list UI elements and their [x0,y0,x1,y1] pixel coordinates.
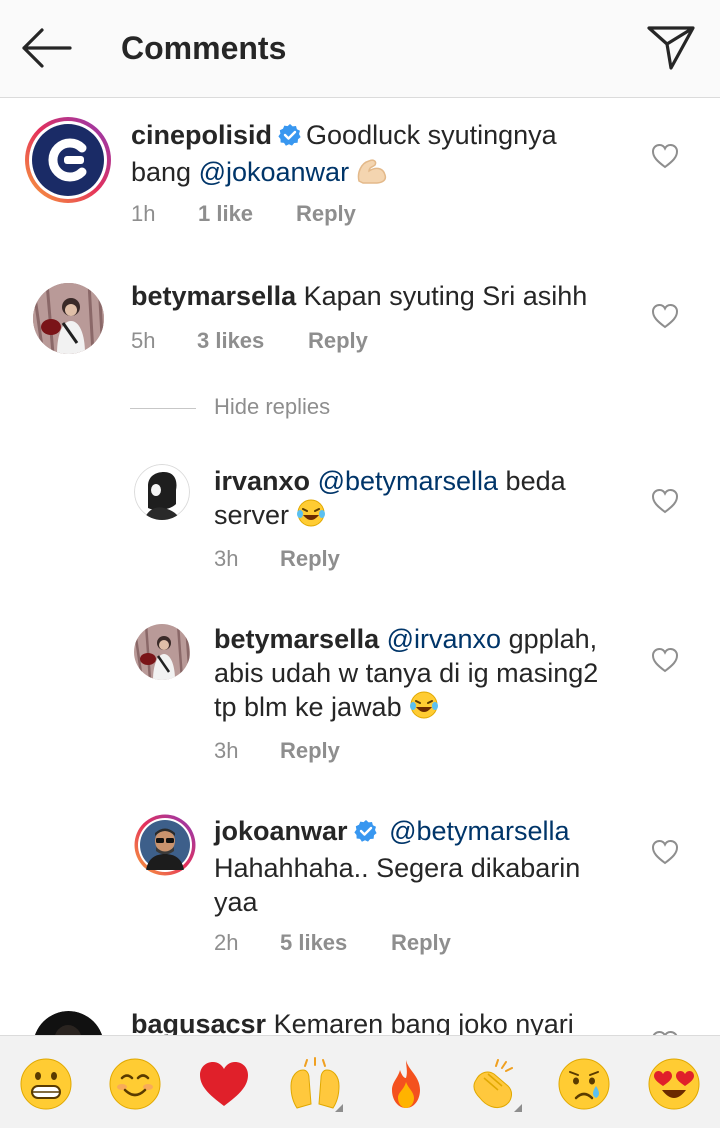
red-heart-icon [200,1062,248,1106]
comment-text: betymarsella Kapan syuting Sri asihh [131,279,631,313]
smiling-face-icon [109,1058,161,1110]
reply-button[interactable]: Reply [391,930,451,956]
fire-icon [392,1060,420,1108]
timestamp: 1h [131,201,156,226]
comment-text: bagusacsr Kemaren bang joko nyari [131,1007,631,1035]
likes-count[interactable]: 1 like [198,201,253,227]
timestamp: 2h [214,930,239,955]
red-heart-emoji-button[interactable] [196,1056,252,1112]
grinning-face-icon [20,1058,72,1110]
rofl-icon [408,690,440,728]
comment-text: cinepolisid Goodluck syutingnya bang @jok… [131,118,631,193]
avatar[interactable] [33,283,104,354]
clapping-hands-emoji-button[interactable] [466,1056,522,1112]
timestamp: 5h [131,328,156,353]
reply-button[interactable]: Reply [280,738,340,764]
divider [130,408,196,409]
comment-text: irvanxo @betymarsella beda server [214,464,634,536]
username[interactable]: betymarsella [214,624,379,654]
flexed-biceps-icon [355,155,389,193]
comment-line: Hahahhaha.. Segera dikabarin [214,853,581,883]
username[interactable]: cinepolisid [131,120,272,150]
mention-link[interactable]: @betymarsella [389,816,569,846]
back-button[interactable] [18,22,74,74]
comment-line: beda [498,466,566,496]
header-bar: Comments [0,0,720,98]
comment-text: betymarsella @irvanxo gpplah, abis udah … [214,622,634,728]
heart-icon [651,488,679,514]
arrow-left-icon [22,28,72,68]
smiling-face-emoji-button[interactable] [107,1056,163,1112]
hide-replies-button[interactable]: Hide replies [130,394,370,424]
grinning-face-emoji-button[interactable] [18,1056,74,1112]
heart-icon [651,647,679,673]
avatar[interactable] [134,624,190,680]
crying-face-emoji-button[interactable] [556,1056,612,1112]
heart-eyes-icon [648,1058,700,1110]
crying-face-icon [558,1058,610,1110]
reply-button[interactable]: Reply [308,328,368,354]
comment-line: Kemaren bang joko nyari [273,1009,574,1035]
heart-icon [651,303,679,329]
verified-badge-icon [278,121,302,155]
paper-plane-icon [647,26,695,70]
like-button[interactable] [651,488,679,514]
avatar[interactable] [134,464,190,520]
mention-link[interactable]: @betymarsella [318,466,498,496]
comment-list[interactable]: cinepolisid Goodluck syutingnya bang @jok… [0,98,720,1035]
raising-hands-emoji-button[interactable] [287,1056,343,1112]
mention-link[interactable]: @jokoanwar [199,157,349,187]
hide-replies-label: Hide replies [214,394,331,419]
like-button[interactable] [651,839,679,865]
username[interactable]: irvanxo [214,466,310,496]
username[interactable]: betymarsella [131,281,296,311]
like-button[interactable] [651,303,679,329]
likes-count[interactable]: 3 likes [197,328,264,354]
heart-eyes-emoji-button[interactable] [646,1056,702,1112]
comment-line: yaa [214,887,258,917]
share-button[interactable] [643,22,699,74]
mention-link[interactable]: @irvanxo [387,624,501,654]
comment-line: bang [131,157,199,187]
reply-button[interactable]: Reply [296,201,356,227]
comment-line: gpplah, [501,624,598,654]
timestamp: 3h [214,546,239,571]
heart-icon [651,143,679,169]
comment-line: tp blm ke jawab [214,692,402,722]
comment-line: abis udah w tanya di ig masing2 [214,658,599,688]
heart-icon [651,839,679,865]
reply-button[interactable]: Reply [280,546,340,572]
like-button[interactable] [651,647,679,673]
verified-badge-icon [353,817,378,851]
more-options-indicator [514,1104,522,1112]
more-options-indicator [335,1104,343,1112]
avatar[interactable] [24,116,112,204]
page-title: Comments [121,30,287,66]
username[interactable]: bagusacsr [131,1009,266,1035]
timestamp: 3h [214,738,239,763]
rofl-icon [295,498,327,536]
like-button[interactable] [651,143,679,169]
comment-line: Kapan syuting Sri asihh [303,281,588,311]
avatar[interactable] [33,1011,104,1035]
comment-line: Goodluck syutingnya [306,120,557,150]
emoji-quick-bar [0,1035,720,1128]
comment-line: server [214,500,290,530]
avatar[interactable] [134,814,196,876]
username[interactable]: jokoanwar [214,816,348,846]
comment-text: jokoanwar @betymarsella Hahahhaha.. Sege… [214,814,634,919]
fire-emoji-button[interactable] [378,1056,434,1112]
likes-count[interactable]: 5 likes [280,930,347,956]
